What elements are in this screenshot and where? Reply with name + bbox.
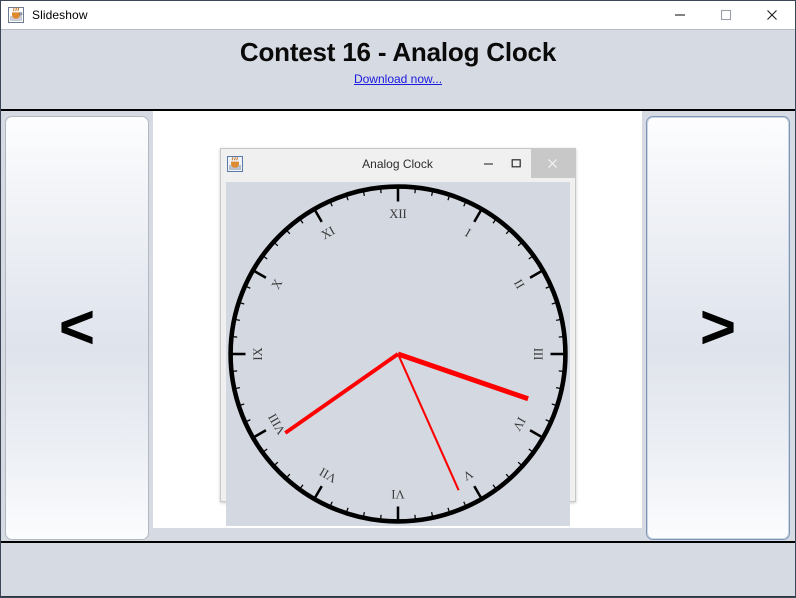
analog-clock-face: XIIIIIIIIIVVVIVIIVIIIIXXXI (227, 184, 568, 524)
download-link[interactable]: Download now... (354, 72, 442, 86)
second-hand (396, 353, 460, 491)
page-title: Contest 16 - Analog Clock (239, 37, 557, 67)
clock-numeral: VIII (265, 411, 288, 437)
clock-numeral: IX (251, 347, 265, 360)
window-title: Slideshow (32, 8, 88, 22)
analog-clock-minimize-button[interactable] (475, 149, 503, 178)
previous-slide-button[interactable]: < (5, 116, 149, 540)
maximize-button[interactable] (703, 1, 749, 29)
slideshow-window: Slideshow Contest 16 - Analog Clock Down… (0, 0, 796, 598)
clock-numeral: IV (509, 415, 528, 434)
java-cup-icon (8, 7, 24, 23)
clock-numeral: I (462, 226, 473, 240)
analog-clock-titlebar: Analog Clock (220, 149, 575, 178)
slideshow-body: < Analog Clock XII I II III IV V VI VII … (1, 111, 795, 597)
slide-stage: Analog Clock XII I II III IV V VI VII VI… (153, 111, 642, 528)
header-band: Contest 16 - Analog Clock Download now..… (1, 30, 795, 111)
clock-tick-major (528, 429, 543, 439)
chevron-left-icon: < (58, 293, 96, 362)
analog-clock-canvas: XII I II III IV V VI VII VIII IX X XI (225, 182, 570, 526)
clock-tick-major (313, 209, 323, 223)
clock-numeral: III (530, 348, 544, 361)
analog-clock-window-controls (475, 149, 575, 178)
close-button[interactable] (749, 1, 795, 29)
clock-numeral: XII (389, 207, 407, 221)
java-app-icon (226, 155, 243, 172)
clock-tick-major (252, 269, 267, 279)
analog-clock-maximize-button[interactable] (503, 149, 531, 178)
hour-hand (396, 351, 529, 402)
analog-clock-canvas-wrap: XII I II III IV V VI VII VIII IX X XI (221, 178, 575, 536)
clock-numeral: II (510, 277, 526, 291)
clock-tick-major (472, 485, 482, 499)
clock-tick-major (252, 429, 267, 439)
analog-clock-window: Analog Clock XII I II III IV V VI VII VI… (219, 148, 576, 526)
clock-tick-major (472, 209, 482, 223)
minute-hand (283, 352, 399, 435)
window-titlebar: Slideshow (1, 1, 795, 30)
clock-tick-major (528, 269, 543, 279)
analog-clock-close-button[interactable] (530, 149, 575, 178)
chevron-right-icon: > (699, 293, 737, 362)
clock-tick-major (313, 485, 323, 499)
clock-numeral: XI (318, 223, 337, 242)
clock-numeral: VII (316, 465, 338, 486)
clock-numeral: V (460, 467, 475, 484)
footer-panel (1, 543, 795, 597)
window-controls (657, 1, 795, 29)
clock-numeral: VI (391, 487, 404, 501)
clock-numeral: X (268, 277, 285, 292)
minimize-button[interactable] (657, 1, 703, 29)
stage-bottom-strip (153, 528, 642, 541)
next-slide-button[interactable]: > (646, 116, 790, 540)
